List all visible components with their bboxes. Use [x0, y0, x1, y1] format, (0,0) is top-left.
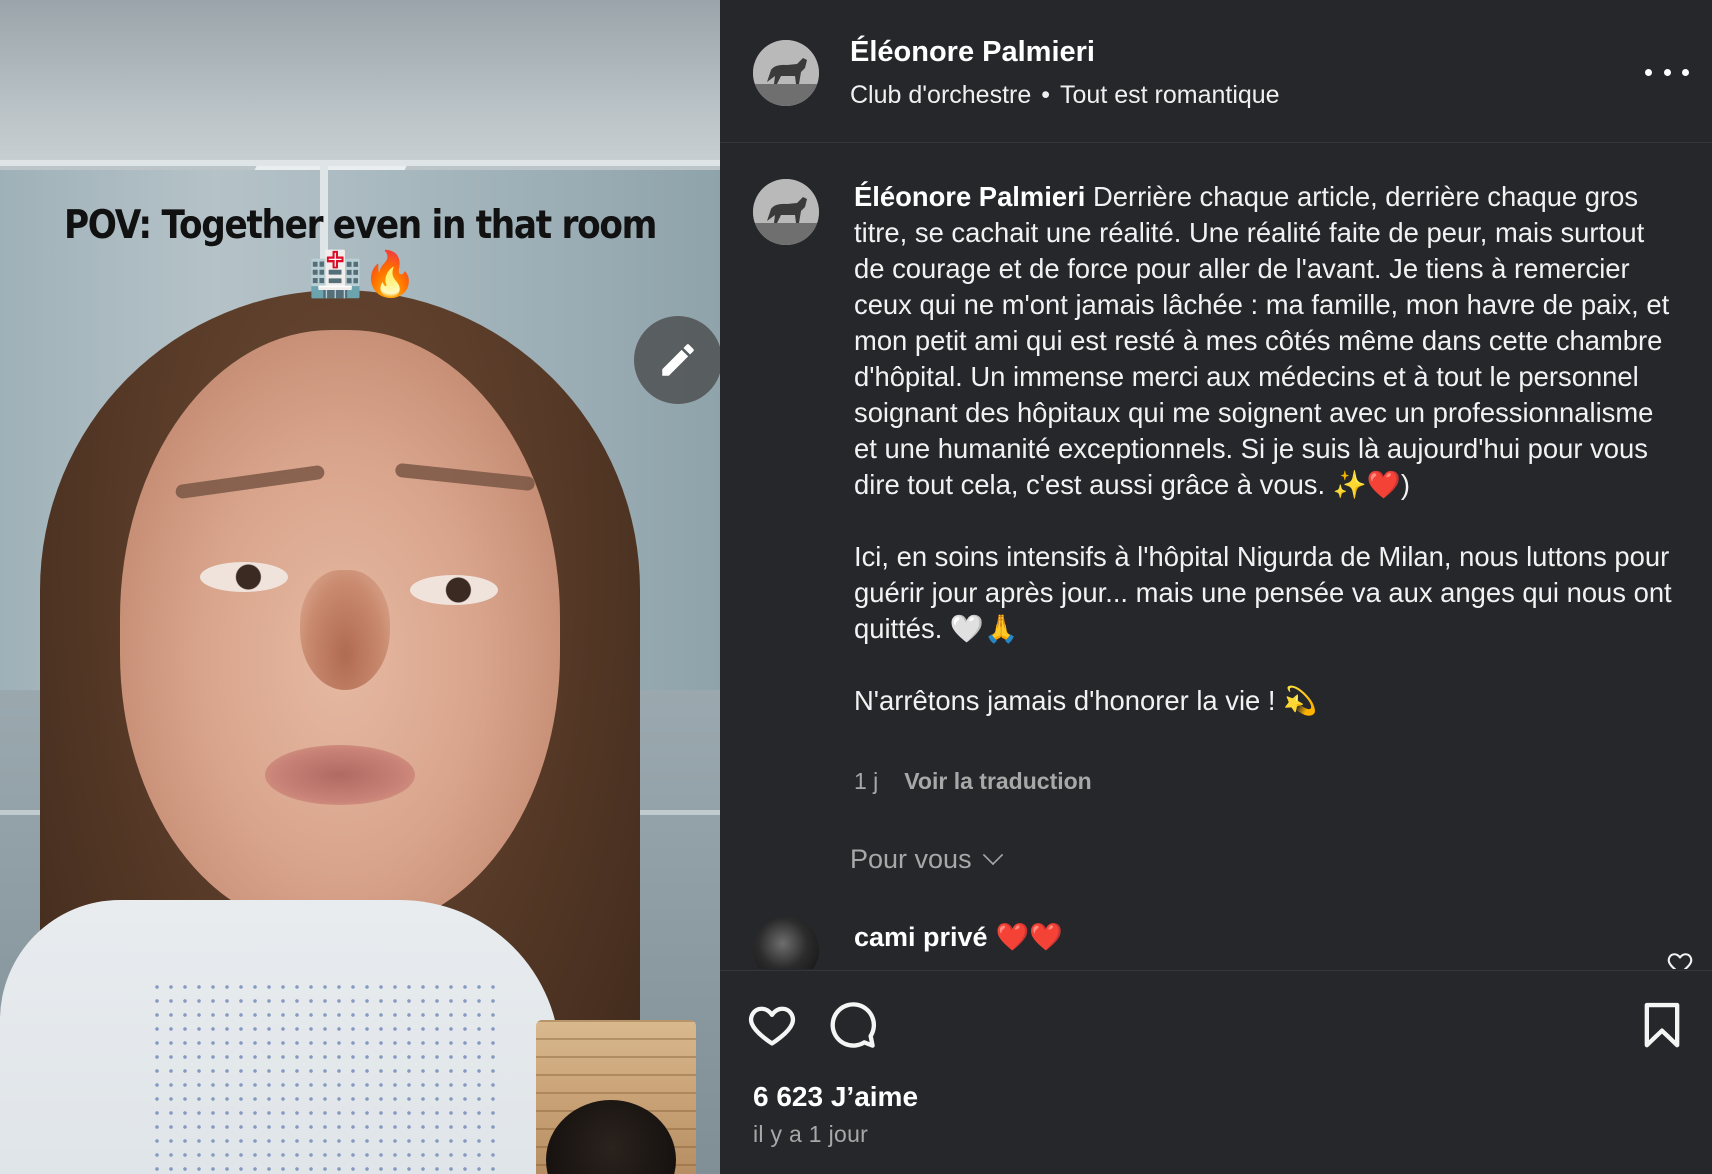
- caption-meta: 1 j Voir la traduction: [854, 768, 1092, 795]
- post-actions: 6 623 J’aime il y a 1 jour: [720, 970, 1712, 1174]
- audio-track[interactable]: Tout est romantique: [1060, 81, 1280, 109]
- likes-count[interactable]: 6 623 J’aime: [753, 1081, 918, 1113]
- author-username[interactable]: Éléonore Palmieri: [850, 36, 1095, 69]
- commenter-avatar[interactable]: [753, 917, 819, 969]
- post-viewer: POV: Together even in that room 🏥🔥 Éléon…: [0, 0, 1712, 1174]
- bookmark-icon[interactable]: [1636, 999, 1688, 1051]
- commenter-username[interactable]: cami privé ❤️❤️: [854, 921, 1063, 953]
- caption-age: 1 j: [854, 768, 879, 794]
- picture-in-picture: [536, 1020, 696, 1174]
- commenter-name[interactable]: cami privé: [854, 922, 988, 952]
- for-you-dropdown[interactable]: Pour vous: [850, 844, 1003, 875]
- audio-artist[interactable]: Club d'orchestre: [850, 81, 1031, 109]
- comment-bubble-icon[interactable]: [826, 999, 878, 1051]
- caption-author-avatar[interactable]: [753, 179, 819, 245]
- heart-outline-icon[interactable]: [746, 999, 798, 1051]
- post-header: Éléonore Palmieri Club d'orchestre • Tout …: [720, 0, 1712, 143]
- post-caption: Éléonore Palmieri Derrière chaque articl…: [854, 179, 1674, 755]
- post-timestamp: il y a 1 jour: [753, 1121, 869, 1147]
- audio-info[interactable]: Club d'orchestre • Tout est romantique: [850, 81, 1280, 110]
- pencil-icon: [662, 344, 694, 376]
- video-caption-emoji: 🏥🔥: [308, 250, 418, 299]
- lips: [265, 745, 415, 805]
- nose: [300, 570, 390, 690]
- horse-avatar-icon: [753, 40, 819, 106]
- more-horizontal-icon: [1645, 68, 1652, 76]
- window-frame: [0, 160, 720, 166]
- heart-outline-icon[interactable]: [1666, 949, 1694, 969]
- separator: •: [1041, 81, 1051, 109]
- see-translation-link[interactable]: Voir la traduction: [904, 768, 1091, 794]
- caption-paragraph: Ici, en soins intensifs à l'hôpital Nigu…: [854, 541, 1672, 644]
- comment-text: ❤️❤️: [995, 922, 1063, 952]
- caption-paragraph: N'arrêtons jamais d'honorer la vie ! 💫: [854, 685, 1318, 716]
- author-avatar[interactable]: [753, 40, 819, 106]
- ceiling: [0, 0, 720, 165]
- video-caption: POV: Together even in that room: [63, 203, 657, 248]
- post-media[interactable]: POV: Together even in that room 🏥🔥: [0, 0, 720, 1174]
- eye: [200, 562, 288, 592]
- caption-paragraph-text: Derrière chaque article, derrière chaque…: [854, 181, 1670, 500]
- more-dot: [1663, 68, 1671, 76]
- eye: [410, 575, 498, 605]
- caption-author[interactable]: Éléonore Palmieri: [854, 181, 1085, 212]
- for-you-label: Pour vous: [850, 844, 972, 874]
- horse-avatar-icon: [753, 179, 819, 245]
- gown-pattern: [150, 980, 500, 1174]
- post-panel: Éléonore Palmieri Club d'orchestre • Tout …: [720, 0, 1712, 1174]
- caption-paragraph: Éléonore Palmieri Derrière chaque articl…: [854, 179, 1674, 503]
- post-body[interactable]: Éléonore Palmieri Derrière chaque articl…: [720, 143, 1712, 969]
- more-dot: [1682, 68, 1689, 76]
- more-options-button[interactable]: [1645, 58, 1689, 86]
- edit-button[interactable]: [634, 316, 720, 404]
- comment-item: cami privé ❤️❤️: [720, 903, 1712, 969]
- chevron-down-icon: [982, 844, 1003, 865]
